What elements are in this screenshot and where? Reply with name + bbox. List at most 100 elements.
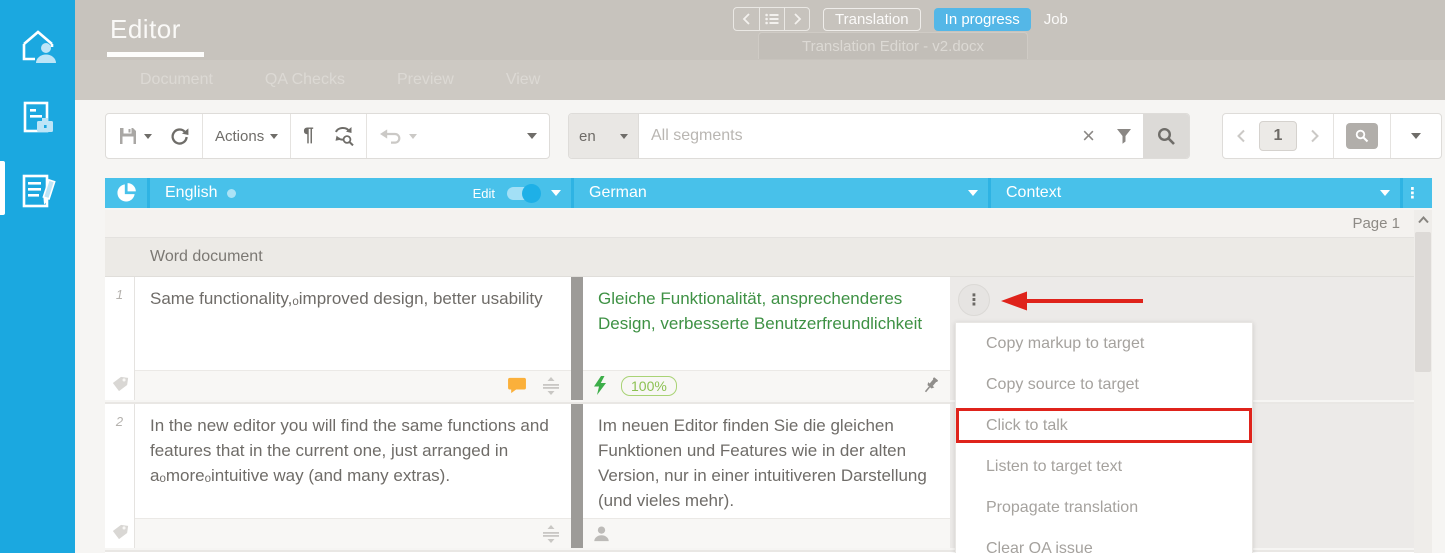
sidebar-item-projects[interactable]: [0, 90, 75, 146]
source-cell[interactable]: In the new editor you will find the same…: [135, 404, 571, 548]
search-icon: [1355, 129, 1369, 143]
menu-item-listen-target[interactable]: Listen to target text: [956, 446, 1252, 487]
save-button[interactable]: [118, 126, 152, 146]
page-indicator-label: Page 1: [1352, 215, 1400, 232]
document-tab[interactable]: Translation Editor - v2.docx: [758, 32, 1028, 59]
active-indicator: [0, 161, 5, 215]
status-badge[interactable]: In progress: [934, 8, 1031, 31]
split-segment-icon[interactable]: [541, 524, 561, 544]
edit-toggle-label: Edit: [473, 186, 495, 201]
column-splitter-handle[interactable]: [571, 277, 583, 400]
target-text: Gleiche Funktionalität, ansprechenderes …: [583, 277, 950, 370]
job-nav-group: [733, 7, 810, 31]
pie-chart-icon: [115, 182, 137, 204]
split-segment-icon[interactable]: [541, 376, 561, 396]
tag-icon: [111, 523, 129, 541]
next-page-button[interactable]: [1297, 129, 1333, 143]
menu-item-copy-source[interactable]: Copy source to target: [956, 364, 1252, 405]
menu-item-copy-markup[interactable]: Copy markup to target: [956, 323, 1252, 364]
search-language-select[interactable]: en: [569, 114, 639, 158]
segment-number: 1: [116, 287, 123, 302]
sidebar-item-home[interactable]: [0, 18, 75, 74]
segment-menu-button[interactable]: ⋮: [958, 284, 990, 316]
search-submit-button[interactable]: [1143, 114, 1189, 158]
vertical-scrollbar[interactable]: [1414, 210, 1432, 553]
sidebar: [0, 0, 75, 553]
comment-icon[interactable]: [507, 377, 527, 394]
search-in-page-button[interactable]: [1346, 123, 1378, 149]
show-whitespace-button[interactable]: ¶: [303, 125, 314, 147]
find-replace-button[interactable]: [332, 126, 354, 146]
filter-funnel-icon: [1115, 127, 1133, 145]
scroll-up-button[interactable]: [1414, 210, 1432, 230]
source-column-caret-icon[interactable]: [551, 190, 561, 196]
sidebar-item-editor[interactable]: [0, 163, 75, 219]
match-score-badge: 100%: [621, 376, 677, 396]
source-cell[interactable]: Same functionality,ₒimproved design, bet…: [135, 277, 571, 400]
translation-editor-app: Editor: [0, 0, 1445, 553]
tab-preview[interactable]: Preview: [397, 71, 454, 89]
source-column-header[interactable]: English Edit: [147, 178, 571, 208]
pilcrow-icon: ¶: [303, 125, 314, 147]
undo-icon: [379, 128, 403, 144]
context-column-header[interactable]: Context: [988, 178, 1400, 208]
search-language-value: en: [579, 128, 596, 145]
more-tools-caret-icon: [527, 133, 537, 139]
refresh-button[interactable]: [170, 126, 190, 146]
previous-job-button[interactable]: [734, 8, 759, 30]
table-options-button[interactable]: ⋮: [1400, 178, 1422, 208]
column-splitter-handle[interactable]: [571, 404, 583, 548]
search-icon: [1157, 127, 1176, 146]
segment-number: 2: [116, 414, 123, 429]
undo-caret-icon: [409, 134, 417, 139]
workflow-step-badge[interactable]: Translation: [823, 8, 921, 31]
target-cell-footer: [583, 518, 950, 548]
current-page-button[interactable]: 1: [1259, 121, 1297, 151]
section-title: Word document: [150, 248, 263, 266]
chevron-right-icon: [792, 13, 802, 25]
refresh-icon: [170, 126, 190, 146]
job-label: Job: [1044, 11, 1068, 28]
search-input[interactable]: [639, 127, 1072, 145]
target-column-caret-icon[interactable]: [968, 190, 978, 196]
tab-qa-checks[interactable]: QA Checks: [265, 71, 345, 89]
editor-content: Actions ¶: [75, 100, 1445, 553]
tag-icon: [111, 375, 129, 393]
undo-button[interactable]: [379, 128, 417, 144]
menu-tabbar: Document QA Checks Preview View: [75, 60, 1445, 100]
actions-label: Actions: [215, 128, 264, 145]
chevron-right-icon: [1310, 129, 1320, 143]
active-title-underline: [107, 52, 204, 57]
job-list-button[interactable]: [759, 8, 784, 30]
pin-icon[interactable]: [922, 376, 940, 395]
actions-dropdown-button[interactable]: Actions: [215, 128, 278, 145]
segment-context-menu: Copy markup to target Copy source to tar…: [955, 322, 1253, 553]
next-job-button[interactable]: [784, 8, 809, 30]
filter-button[interactable]: [1105, 127, 1143, 145]
target-text: Im neuen Editor finden Sie die gleichen …: [583, 404, 950, 518]
document-briefcase-icon: [17, 97, 59, 139]
menu-item-propagate[interactable]: Propagate translation: [956, 487, 1252, 528]
clear-search-button[interactable]: ×: [1072, 123, 1105, 149]
target-language-label: German: [589, 184, 647, 202]
edit-toggle[interactable]: [507, 187, 539, 200]
statistics-button[interactable]: [105, 178, 147, 208]
previous-page-button[interactable]: [1223, 129, 1259, 143]
user-icon: [593, 525, 610, 542]
target-cell[interactable]: Gleiche Funktionalität, ansprechenderes …: [583, 277, 950, 400]
source-cell-footer: [135, 370, 571, 400]
target-column-header[interactable]: German: [571, 178, 988, 208]
source-status-dot: [227, 189, 236, 198]
menu-item-clear-qa[interactable]: Clear QA issue: [956, 528, 1252, 553]
scrollbar-thumb[interactable]: [1415, 232, 1431, 372]
more-tools-dropdown[interactable]: [527, 133, 537, 139]
tab-view[interactable]: View: [506, 71, 540, 89]
menu-item-click-to-talk[interactable]: Click to talk: [956, 408, 1252, 443]
target-cell[interactable]: Im neuen Editor finden Sie die gleichen …: [583, 404, 950, 548]
home-user-icon: [17, 25, 59, 67]
segment-search-bar: en ×: [568, 113, 1190, 159]
context-column-caret-icon[interactable]: [1380, 190, 1390, 196]
target-cell-footer: 100%: [583, 370, 950, 400]
tab-document[interactable]: Document: [140, 71, 213, 89]
annotation-arrow: [995, 288, 1145, 314]
